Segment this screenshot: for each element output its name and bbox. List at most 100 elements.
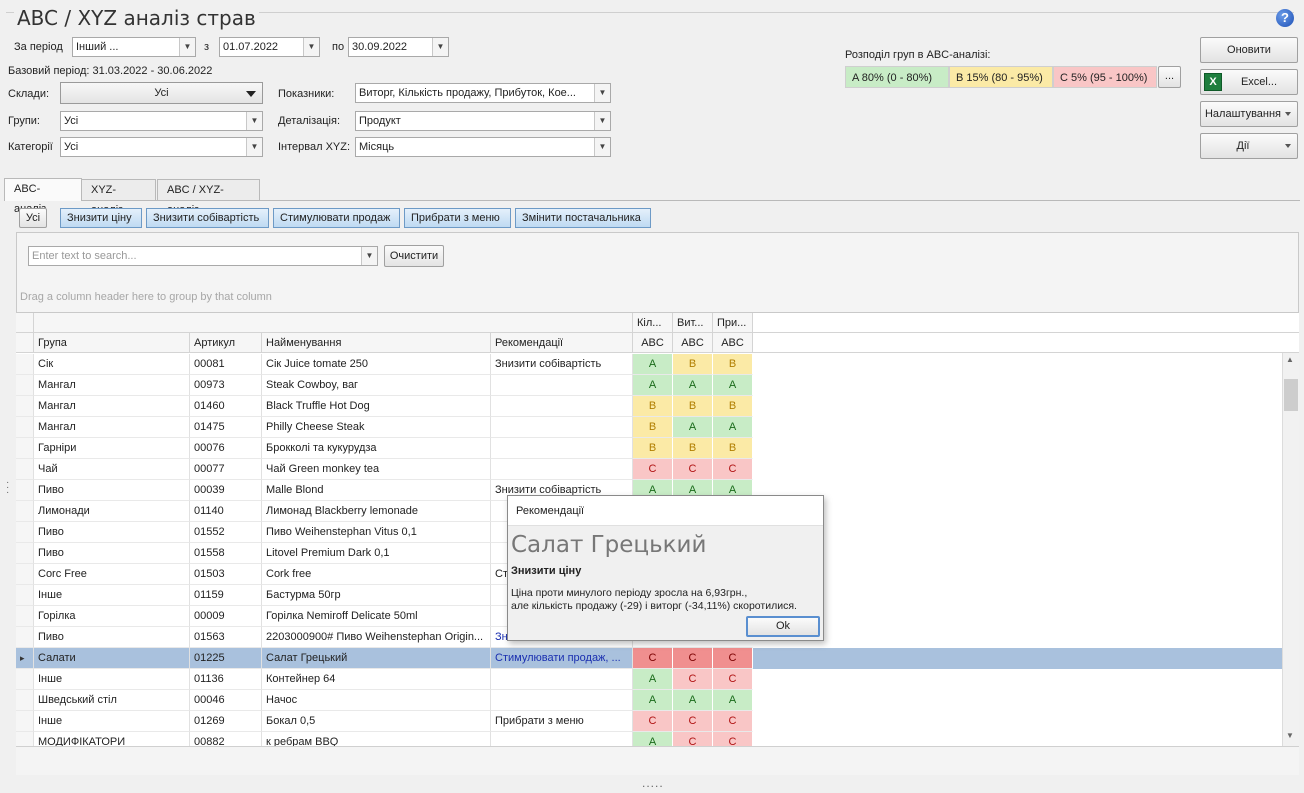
column-header-abc-profit[interactable]: ABC: [713, 333, 753, 353]
warehouses-select[interactable]: Усі: [60, 82, 263, 104]
cell-abc-quantity: B: [633, 417, 673, 438]
row-indicator[interactable]: [16, 669, 34, 690]
cell-recommendation[interactable]: [491, 669, 633, 690]
row-indicator[interactable]: [16, 564, 34, 585]
vertical-scrollbar[interactable]: ▲ ▼: [1282, 353, 1299, 746]
rec-filter-remove-button[interactable]: Прибрати з меню: [404, 208, 511, 228]
column-header-abc-revenue[interactable]: ABC: [673, 333, 713, 353]
row-pointer-icon[interactable]: ▸: [16, 648, 34, 669]
table-row[interactable]: Чай 00077 Чай Green monkey tea C C C: [16, 459, 1282, 480]
table-row[interactable]: Інше 01136 Контейнер 64 A C C: [16, 669, 1282, 690]
groups-select[interactable]: Усі ▼: [60, 111, 263, 131]
row-indicator[interactable]: [16, 417, 34, 438]
row-indicator[interactable]: [16, 480, 34, 501]
tab-xyz[interactable]: XYZ-аналіз: [81, 179, 156, 216]
row-indicator[interactable]: [16, 501, 34, 522]
column-header-abc-quantity[interactable]: ABC: [633, 333, 673, 353]
cell-recommendation[interactable]: Прибрати з меню: [491, 711, 633, 732]
cell-name: Cork free: [262, 564, 491, 585]
cell-recommendation[interactable]: [491, 396, 633, 417]
table-row[interactable]: Мангал 01475 Philly Cheese Steak B A A: [16, 417, 1282, 438]
row-indicator[interactable]: [16, 606, 34, 627]
refresh-button[interactable]: Оновити: [1200, 37, 1298, 63]
cell-code: 01563: [190, 627, 262, 648]
table-row[interactable]: Шведський стіл 00046 Начос A A A: [16, 690, 1282, 711]
search-input[interactable]: Enter text to search... ▼: [28, 246, 378, 266]
cell-abc-revenue: C: [673, 732, 713, 746]
band-header-quantity[interactable]: Кіл...: [633, 313, 673, 333]
tab-abc-xyz[interactable]: ABC / XYZ-аналіз: [157, 179, 260, 216]
cell-abc-revenue: C: [673, 711, 713, 732]
xyz-interval-select[interactable]: Місяць ▼: [355, 137, 611, 157]
row-indicator[interactable]: [16, 396, 34, 417]
scroll-down-icon[interactable]: ▼: [1286, 731, 1294, 740]
rec-filter-all-button[interactable]: Усі: [19, 208, 47, 228]
rec-filter-change-supplier-button[interactable]: Змінити постачальника: [515, 208, 651, 228]
cell-code: 00882: [190, 732, 262, 746]
help-icon[interactable]: ?: [1276, 9, 1294, 27]
cell-recommendation[interactable]: Стимулювати продаж, ...: [491, 648, 633, 669]
distribution-group-a: A 80% (0 - 80%): [845, 66, 949, 88]
cell-recommendation[interactable]: [491, 438, 633, 459]
row-indicator[interactable]: [16, 690, 34, 711]
cell-abc-quantity: A: [633, 354, 673, 375]
column-header-code[interactable]: Артикул: [190, 333, 262, 353]
cell-code: 01136: [190, 669, 262, 690]
cell-recommendation[interactable]: [491, 417, 633, 438]
cell-name: Брокколі та кукурудза: [262, 438, 491, 459]
cell-name: Лимонад Blackberry lemonade: [262, 501, 491, 522]
column-header-name[interactable]: Найменування: [262, 333, 491, 353]
search-placeholder: Enter text to search...: [32, 250, 137, 262]
table-row[interactable]: Сік 00081 Cік Juice tomate 250 Знизити собі…: [16, 354, 1282, 375]
cell-recommendation[interactable]: Знизити собівартість: [491, 354, 633, 375]
cell-code: 00076: [190, 438, 262, 459]
row-indicator[interactable]: [16, 543, 34, 564]
rec-filter-stimulate-button[interactable]: Стимулювати продаж: [273, 208, 400, 228]
band-header-profit[interactable]: При...: [713, 313, 753, 333]
row-indicator[interactable]: [16, 459, 34, 480]
splitter-grip-icon[interactable]: · · ·: [6, 478, 9, 498]
cell-recommendation[interactable]: [491, 732, 633, 746]
to-date-input[interactable]: 30.09.2022 ▼: [348, 37, 449, 57]
row-indicator[interactable]: [16, 585, 34, 606]
bottom-splitter-grip[interactable]: .....: [642, 776, 664, 790]
table-row[interactable]: Інше 01269 Бокал 0,5 Прибрати з меню C C C: [16, 711, 1282, 732]
dialog-ok-button[interactable]: Ok: [746, 616, 820, 637]
row-indicator[interactable]: [16, 627, 34, 648]
row-indicator[interactable]: [16, 438, 34, 459]
row-indicator[interactable]: [16, 732, 34, 746]
row-indicator[interactable]: [16, 522, 34, 543]
settings-label: Налаштування: [1204, 108, 1282, 120]
row-indicator[interactable]: [16, 711, 34, 732]
table-row[interactable]: ▸ Салати 01225 Салат Грецький Стимулювати пр…: [16, 648, 1282, 669]
table-row[interactable]: Гарніри 00076 Брокколі та кукурудза B B B: [16, 438, 1282, 459]
scroll-thumb[interactable]: [1284, 379, 1298, 411]
period-select[interactable]: Інший ... ▼: [72, 37, 196, 57]
clear-search-button[interactable]: Очистити: [384, 245, 444, 267]
row-indicator[interactable]: [16, 375, 34, 396]
settings-button[interactable]: Налаштування: [1200, 101, 1298, 127]
cell-recommendation[interactable]: [491, 459, 633, 480]
indicators-select[interactable]: Виторг, Кількість продажу, Прибуток, Кое…: [355, 83, 611, 103]
row-indicator[interactable]: [16, 354, 34, 375]
cell-group: Пиво: [34, 627, 190, 648]
categories-select[interactable]: Усі ▼: [60, 137, 263, 157]
table-row[interactable]: Мангал 00973 Steak Cowboy, ваг A A A: [16, 375, 1282, 396]
column-header-recommendations[interactable]: Рекомендації: [491, 333, 633, 353]
excel-button[interactable]: X Excel...: [1200, 69, 1298, 95]
rec-filter-lower-price-button[interactable]: Знизити ціну: [60, 208, 142, 228]
table-row[interactable]: Мангал 01460 Black Truffle Hot Dog B B B: [16, 396, 1282, 417]
band-header-revenue[interactable]: Вит...: [673, 313, 713, 333]
table-row[interactable]: МОДИФІКАТОРИ 00882 к ребрам BBQ A C C: [16, 732, 1282, 746]
actions-button[interactable]: Дії: [1200, 133, 1298, 159]
distribution-edit-button[interactable]: ...: [1158, 66, 1181, 88]
tab-abc[interactable]: ABC-аналіз: [4, 178, 82, 215]
from-date-input[interactable]: 01.07.2022 ▼: [219, 37, 320, 57]
cell-recommendation[interactable]: [491, 375, 633, 396]
column-header-group[interactable]: Група: [34, 333, 190, 353]
chevron-down-icon: ▼: [179, 38, 195, 56]
cell-recommendation[interactable]: [491, 690, 633, 711]
rec-filter-lower-cost-button[interactable]: Знизити собівартість: [146, 208, 269, 228]
detail-select[interactable]: Продукт ▼: [355, 111, 611, 131]
scroll-up-icon[interactable]: ▲: [1286, 355, 1294, 364]
